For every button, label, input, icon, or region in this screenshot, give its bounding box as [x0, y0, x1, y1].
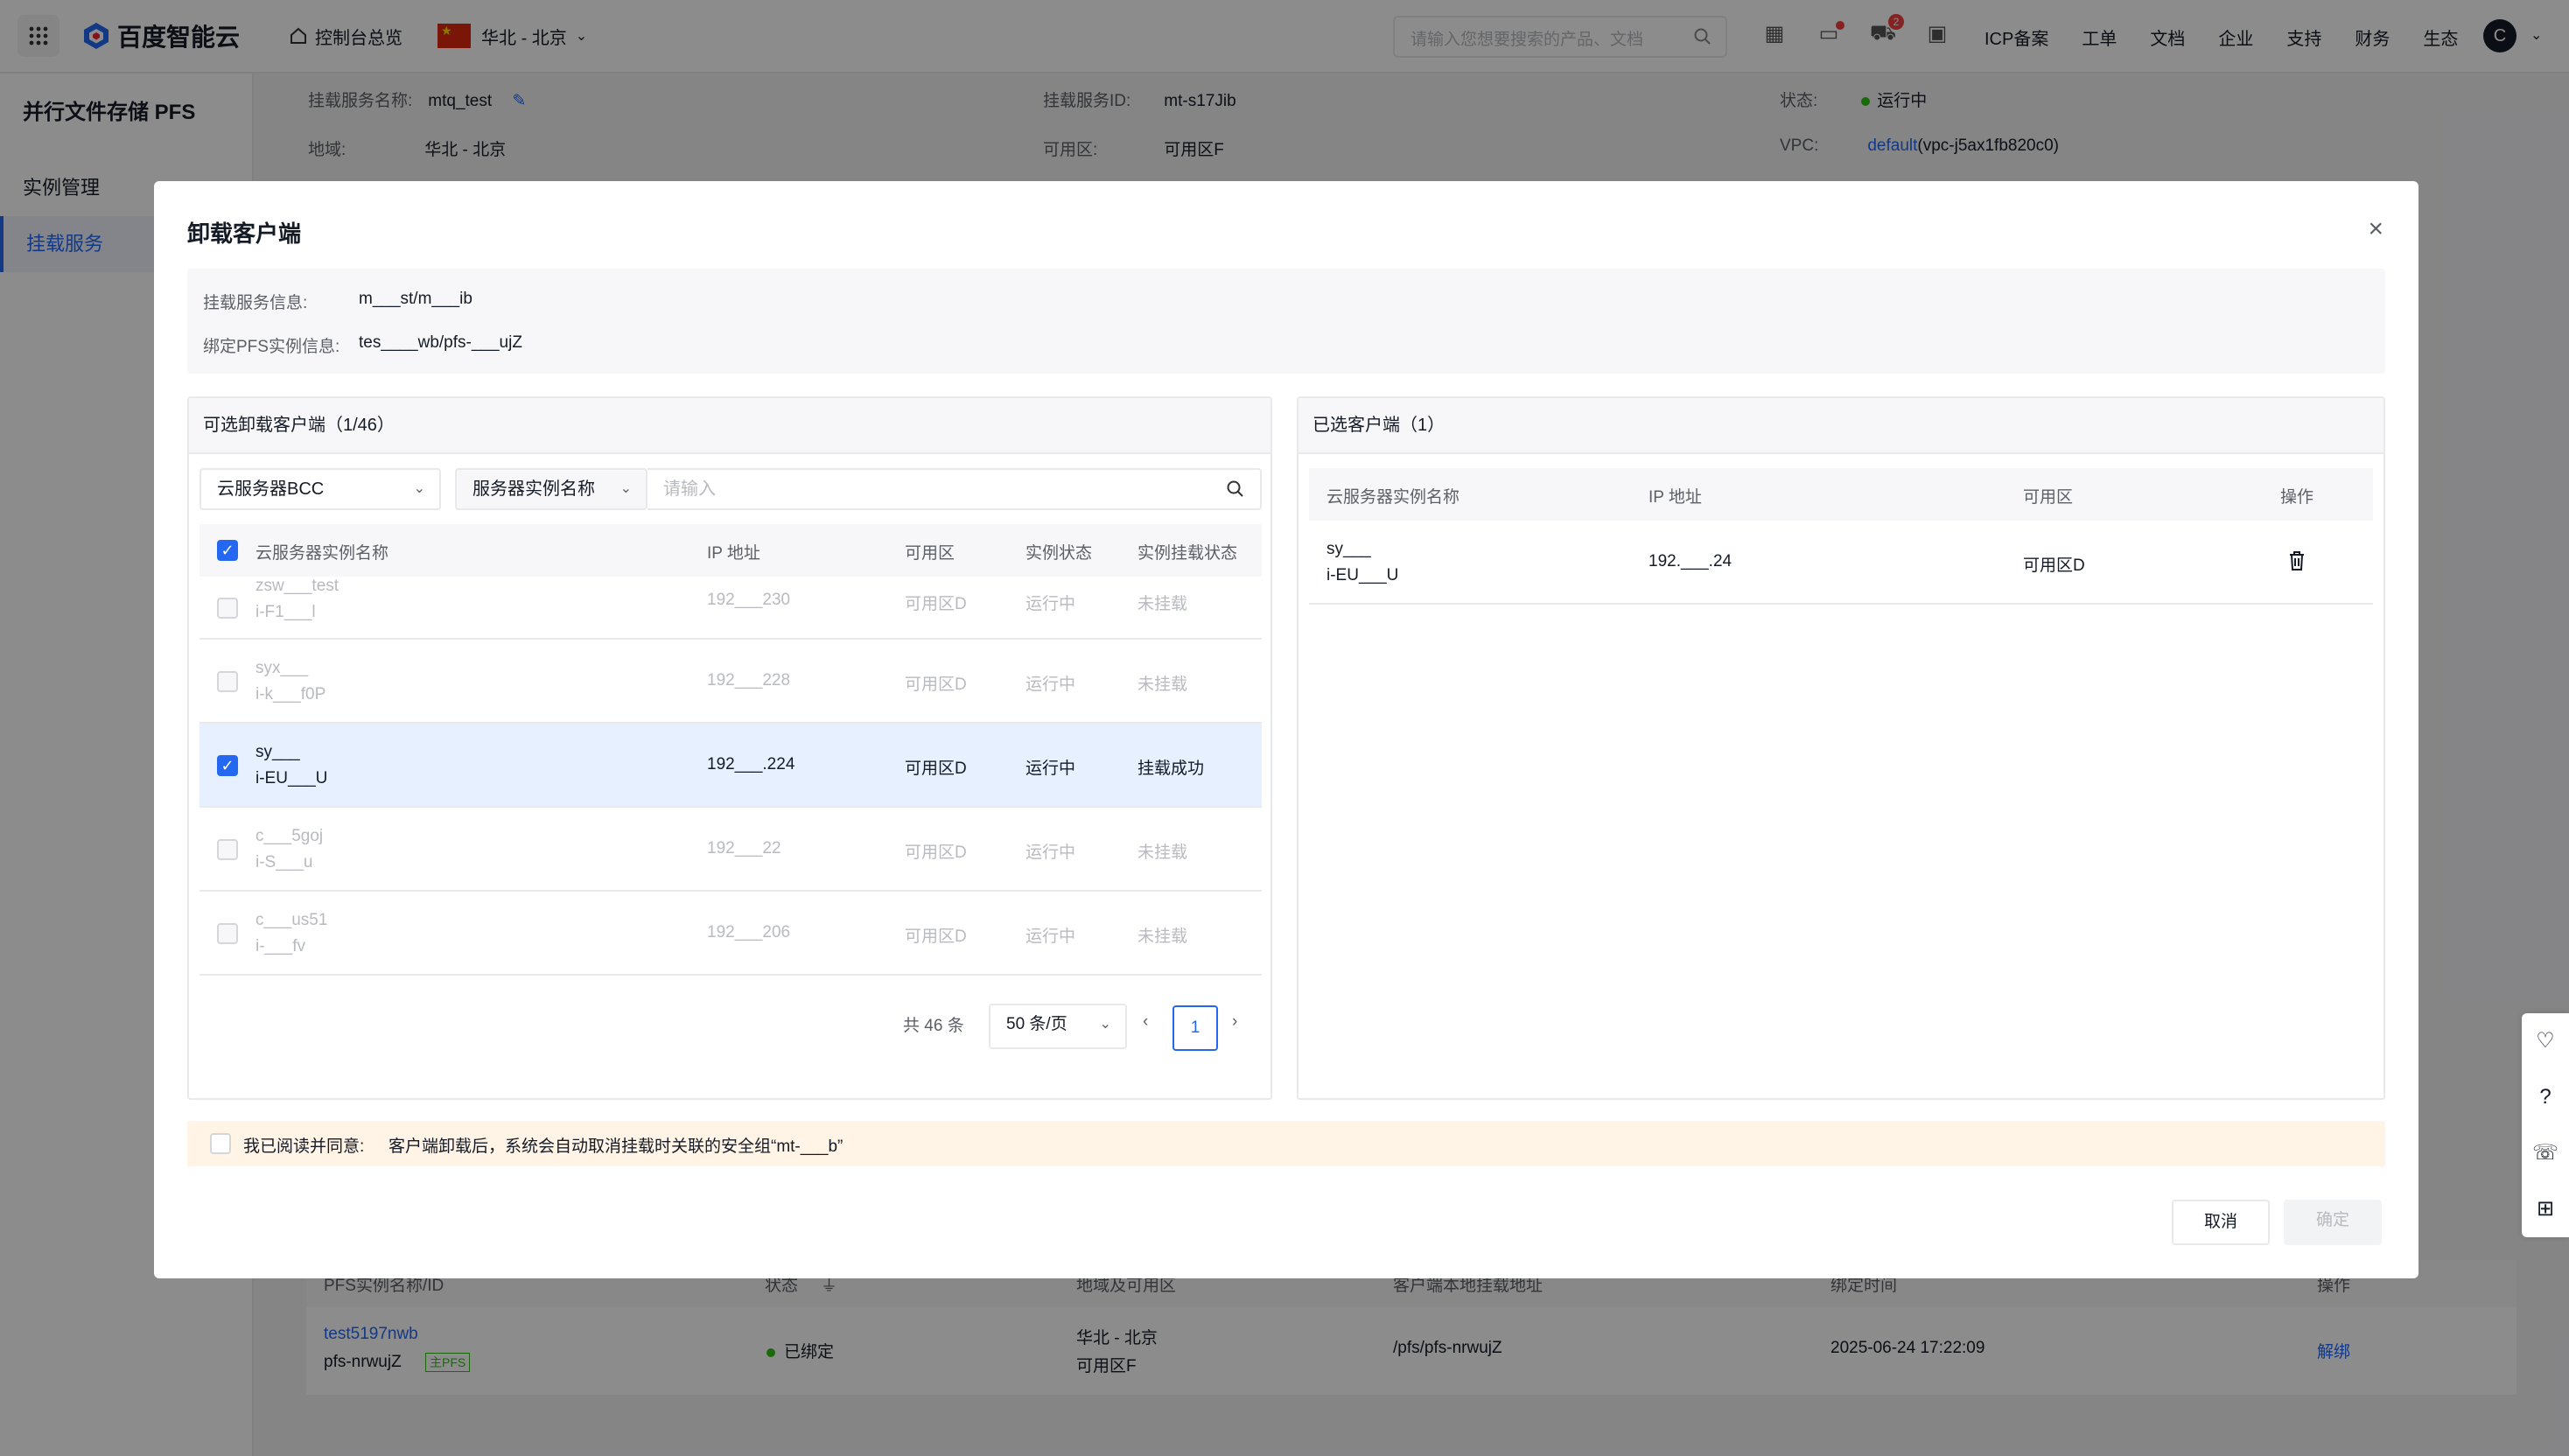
- client-search-input[interactable]: 请输入: [648, 468, 1262, 510]
- col-zone: 可用区: [905, 544, 956, 563]
- dialog-title: 卸载客户端: [187, 220, 302, 247]
- row-instance-id: i-k___f0P: [256, 685, 326, 704]
- close-icon[interactable]: ×: [2368, 214, 2384, 244]
- row-checkbox[interactable]: ✓: [217, 755, 238, 776]
- search-field-select[interactable]: 服务器实例名称 ⌄: [455, 468, 648, 510]
- page-number[interactable]: 1: [1172, 1005, 1218, 1051]
- row-ip: 192___228: [707, 671, 791, 690]
- chevron-left-icon[interactable]: ‹: [1143, 1012, 1148, 1032]
- pfs-info-label: 绑定PFS实例信息:: [203, 338, 340, 356]
- col-mount-state: 实例挂载状态: [1138, 544, 1238, 563]
- search-icon[interactable]: [1227, 480, 1244, 498]
- row-zone: 可用区D: [905, 928, 967, 946]
- search-field-value: 服务器实例名称: [472, 480, 595, 499]
- apps-icon[interactable]: ⊞: [2522, 1181, 2569, 1237]
- instance-type-select[interactable]: 云服务器BCC ⌄: [200, 468, 441, 510]
- row-ip: 192___.224: [707, 755, 795, 774]
- table-row[interactable]: zsw___test i-F1___l 192___230 可用区D 运行中 未…: [200, 577, 1262, 640]
- row-state: 运行中: [1026, 844, 1076, 862]
- row-state: 运行中: [1026, 595, 1076, 613]
- panel-title: 可选卸载客户端（1/46）: [189, 398, 1270, 454]
- instance-type-value: 云服务器BCC: [217, 480, 325, 499]
- help-icon[interactable]: ?: [2522, 1069, 2569, 1125]
- search-placeholder: 请输入: [663, 480, 716, 499]
- chevron-down-icon: ⌄: [1099, 1017, 1111, 1032]
- unmount-client-dialog: 卸载客户端 × 挂载服务信息: m___st/m___ib 绑定PFS实例信息:…: [154, 181, 2418, 1278]
- row-instance-name: zsw___test: [256, 577, 340, 595]
- row-mount-state: 未挂载: [1138, 676, 1188, 694]
- row-instance-id: i-S___u: [256, 853, 313, 872]
- confirm-button[interactable]: 确定: [2284, 1200, 2382, 1245]
- row-checkbox[interactable]: [217, 671, 238, 692]
- row-zone: 可用区D: [905, 760, 967, 778]
- agreement-label: 我已阅读并同意:: [243, 1138, 365, 1156]
- selected-table-header: 云服务器实例名称 IP 地址 可用区 操作: [1309, 468, 2373, 521]
- row-ip: 192___230: [707, 591, 791, 609]
- col-instance-state: 实例状态: [1026, 544, 1093, 563]
- table-row[interactable]: ✓ sy___ i-EU___U 192___.224 可用区D 运行中 挂载成…: [200, 724, 1262, 808]
- row-mount-state: 未挂载: [1138, 595, 1188, 613]
- row-instance-id: i-EU___U: [256, 769, 328, 788]
- agreement-bar: 我已阅读并同意: 客户端卸载后，系统会自动取消挂载时关联的安全组“mt-___b…: [187, 1121, 2385, 1166]
- mount-info-box: 挂载服务信息: m___st/m___ib 绑定PFS实例信息: tes____…: [187, 269, 2385, 374]
- chevron-down-icon: ⌄: [620, 481, 632, 496]
- row-checkbox[interactable]: [217, 923, 238, 944]
- floating-tool-bar: ♡ ? ☏ ⊞: [2522, 1013, 2569, 1237]
- pfs-info-value: tes____wb/pfs-___ujZ: [359, 333, 522, 352]
- row-state: 运行中: [1026, 928, 1076, 946]
- total-count: 共 46 条: [903, 1017, 964, 1035]
- row-checkbox[interactable]: [217, 839, 238, 860]
- chevron-right-icon[interactable]: ›: [1232, 1012, 1237, 1032]
- col-instance-name: 云服务器实例名称: [1326, 488, 1460, 507]
- mount-info-value: m___st/m___ib: [359, 290, 472, 308]
- select-all-checkbox[interactable]: ✓: [217, 540, 238, 561]
- row-ip: 192___22: [707, 839, 781, 858]
- col-action: 操作: [2280, 488, 2314, 507]
- delete-icon[interactable]: [2287, 550, 2306, 571]
- row-mount-state: 挂载成功: [1138, 760, 1205, 778]
- table-row[interactable]: syx___ i-k___f0P 192___228 可用区D 运行中 未挂载: [200, 640, 1262, 724]
- table-row: sy___ i-EU___U 192.___.24 可用区D: [1309, 521, 2373, 605]
- page-size-select[interactable]: 50 条/页 ⌄: [989, 1004, 1127, 1049]
- row-zone: 可用区D: [905, 676, 967, 694]
- row-mount-state: 未挂载: [1138, 928, 1188, 946]
- agreement-checkbox[interactable]: [210, 1133, 231, 1154]
- tag-icon[interactable]: ♡: [2522, 1013, 2569, 1069]
- page-size-value: 50 条/页: [1006, 1015, 1068, 1033]
- mount-info-label: 挂载服务信息:: [203, 294, 308, 312]
- row-instance-name: c___5goj: [256, 827, 324, 845]
- phone-icon[interactable]: ☏: [2522, 1125, 2569, 1181]
- row-instance-id: i-___fv: [256, 937, 306, 956]
- row-instance-name: sy___: [256, 743, 300, 761]
- chevron-down-icon: ⌄: [413, 481, 425, 496]
- row-instance-name: syx___: [256, 659, 309, 677]
- row-checkbox[interactable]: [217, 598, 238, 619]
- row-instance-name: sy___: [1326, 540, 1371, 558]
- row-ip: 192___206: [707, 923, 791, 942]
- selected-clients-panel: 已选客户端（1） 云服务器实例名称 IP 地址 可用区 操作 sy___ i-E…: [1297, 396, 2385, 1100]
- row-zone: 可用区D: [2023, 556, 2085, 575]
- agreement-text: 客户端卸载后，系统会自动取消挂载时关联的安全组“mt-___b”: [388, 1138, 844, 1156]
- row-instance-id: i-EU___U: [1326, 566, 1399, 584]
- col-zone: 可用区: [2023, 488, 2074, 507]
- row-mount-state: 未挂载: [1138, 844, 1188, 862]
- col-instance-name: 云服务器实例名称: [256, 544, 389, 563]
- row-state: 运行中: [1026, 760, 1076, 778]
- table-row[interactable]: c___5goj i-S___u 192___22 可用区D 运行中 未挂载: [200, 808, 1262, 892]
- selectable-clients-panel: 可选卸载客户端（1/46） 云服务器BCC ⌄ 服务器实例名称 ⌄ 请输入 ✓ …: [187, 396, 1272, 1100]
- row-ip: 192.___.24: [1648, 552, 1732, 570]
- row-instance-name: c___us51: [256, 911, 328, 929]
- row-zone: 可用区D: [905, 595, 967, 613]
- row-instance-id: i-F1___l: [256, 603, 316, 621]
- row-state: 运行中: [1026, 676, 1076, 694]
- table-row[interactable]: c___us51 i-___fv 192___206 可用区D 运行中 未挂载: [200, 892, 1262, 976]
- col-ip: IP 地址: [707, 544, 760, 563]
- row-zone: 可用区D: [905, 844, 967, 862]
- col-ip: IP 地址: [1648, 488, 1702, 507]
- cancel-button[interactable]: 取消: [2172, 1200, 2270, 1245]
- panel-title: 已选客户端（1）: [1298, 398, 2384, 454]
- client-table-header: ✓ 云服务器实例名称 IP 地址 可用区 实例状态 实例挂载状态: [200, 524, 1262, 577]
